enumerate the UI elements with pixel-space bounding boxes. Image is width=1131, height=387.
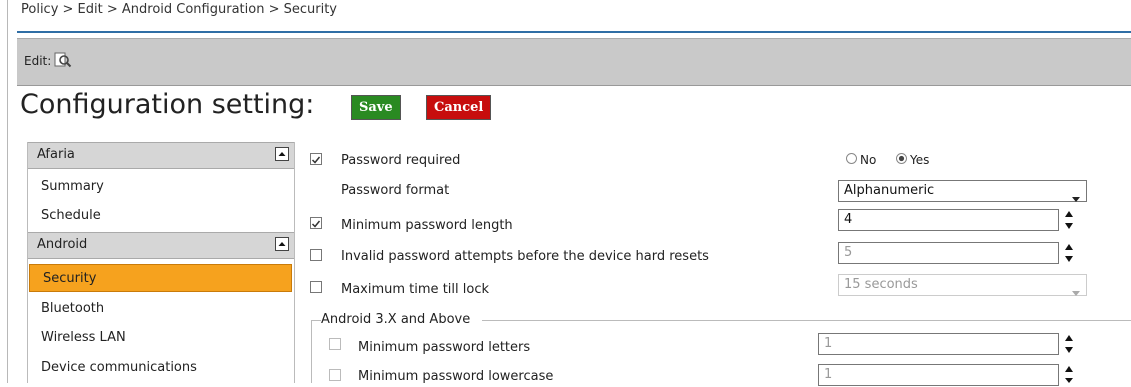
breadcrumb: Policy > Edit > Android Configuration > … xyxy=(21,2,337,17)
cancel-button[interactable]: Cancel xyxy=(426,95,492,120)
search-document-icon[interactable] xyxy=(54,51,72,69)
min-letters-label: Minimum password letters xyxy=(358,340,531,355)
page-title: Configuration setting: xyxy=(20,89,315,120)
stepper-icon[interactable] xyxy=(1065,243,1073,263)
password-format-label: Password format xyxy=(341,183,450,198)
sidebar-section-afaria[interactable]: Afaria xyxy=(28,142,294,169)
chevron-down-icon xyxy=(1072,283,1080,303)
password-format-value: Alphanumeric xyxy=(844,183,935,198)
fieldset-border xyxy=(311,320,312,383)
min-letters-input[interactable]: 1 xyxy=(818,333,1059,355)
collapse-icon[interactable] xyxy=(275,147,289,161)
min-letters-checkbox[interactable] xyxy=(329,338,341,350)
sidebar: Afaria Summary Schedule Android Security… xyxy=(27,142,295,383)
android3-legend: Android 3.X and Above xyxy=(321,312,471,327)
max-lock-value: 15 seconds xyxy=(844,277,918,292)
sidebar-section-label: Afaria xyxy=(37,147,75,162)
radio-yes[interactable] xyxy=(896,153,907,164)
sidebar-item-security[interactable]: Security xyxy=(29,264,292,292)
min-length-checkbox[interactable] xyxy=(310,217,322,229)
max-lock-select[interactable]: 15 seconds xyxy=(838,274,1087,296)
invalid-attempts-label: Invalid password attempts before the dev… xyxy=(341,249,709,264)
stepper-icon[interactable] xyxy=(1065,334,1073,354)
radio-no[interactable] xyxy=(846,153,857,164)
sidebar-section-android[interactable]: Android xyxy=(28,232,294,259)
radio-yes-label: Yes xyxy=(910,153,930,167)
sidebar-item-device-communications[interactable]: Device communications xyxy=(28,354,294,382)
password-format-select[interactable]: Alphanumeric xyxy=(838,180,1087,202)
max-lock-label: Maximum time till lock xyxy=(341,282,489,297)
radio-no-label: No xyxy=(860,153,877,167)
sidebar-section-label: Android xyxy=(37,237,88,252)
invalid-attempts-input[interactable]: 5 xyxy=(838,242,1059,264)
sidebar-item-schedule[interactable]: Schedule xyxy=(28,202,294,230)
stepper-icon[interactable] xyxy=(1065,365,1073,385)
page-left-border xyxy=(7,0,8,383)
sidebar-item-summary[interactable]: Summary xyxy=(28,173,294,201)
sidebar-item-bluetooth[interactable]: Bluetooth xyxy=(28,295,294,323)
breadcrumb-divider xyxy=(17,31,1131,33)
sidebar-item-wireless-lan[interactable]: Wireless LAN xyxy=(28,324,294,352)
chevron-down-icon xyxy=(1072,189,1080,209)
stepper-icon[interactable] xyxy=(1065,210,1073,230)
fieldset-border xyxy=(482,320,1131,321)
min-length-input[interactable]: 4 xyxy=(838,209,1059,231)
min-lowercase-label: Minimum password lowercase xyxy=(358,369,554,384)
invalid-attempts-checkbox[interactable] xyxy=(310,249,322,261)
edit-label: Edit: xyxy=(24,54,52,68)
fieldset-border xyxy=(311,320,321,321)
password-required-label: Password required xyxy=(341,153,461,168)
edit-toolbar: Edit: xyxy=(17,38,1131,86)
min-lowercase-checkbox[interactable] xyxy=(329,369,341,381)
password-required-checkbox[interactable] xyxy=(310,153,322,165)
collapse-icon[interactable] xyxy=(275,237,289,251)
max-lock-checkbox[interactable] xyxy=(310,281,322,293)
min-length-label: Minimum password length xyxy=(341,218,513,233)
save-button[interactable]: Save xyxy=(351,95,401,120)
